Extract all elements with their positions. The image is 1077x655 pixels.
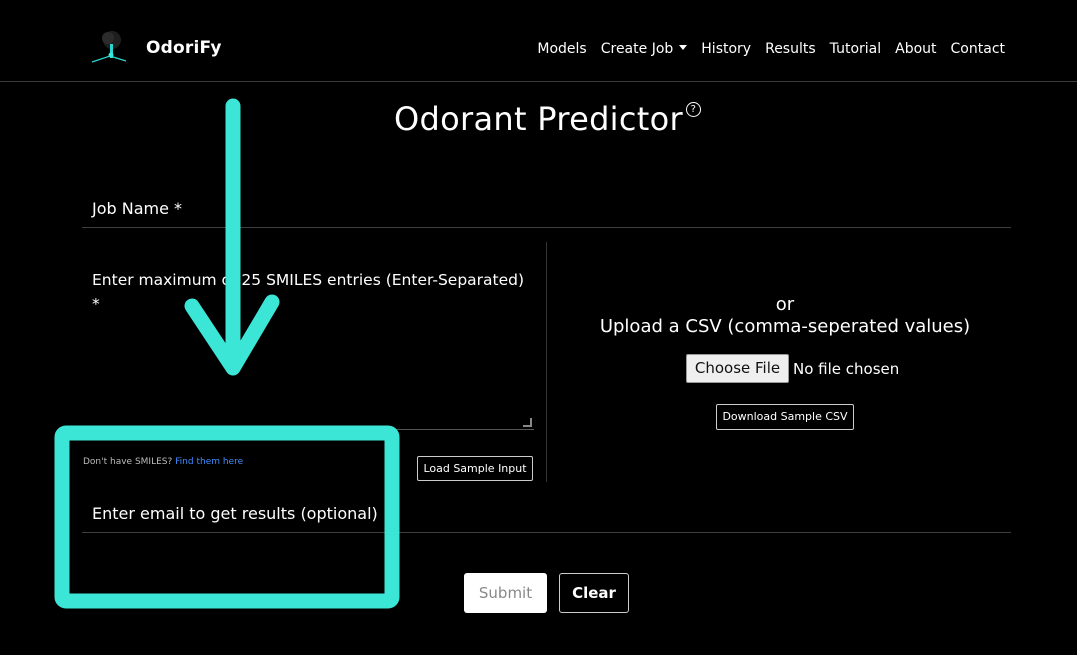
file-input: Choose File No file chosen: [686, 354, 899, 383]
resize-grip-icon[interactable]: [523, 418, 532, 427]
nav-item-about[interactable]: About: [895, 41, 936, 57]
job-name-underline: [82, 227, 1011, 228]
help-icon[interactable]: ?: [685, 102, 701, 117]
page-title-wrap: Odorant Predictor ?: [394, 100, 701, 138]
nav-item-results[interactable]: Results: [765, 41, 816, 57]
nav-item-create-job-label: Create Job: [600, 41, 674, 57]
navbar: OdoriFy Models Create Job History Result…: [0, 0, 1077, 82]
load-sample-input-button[interactable]: Load Sample Input: [417, 456, 533, 481]
nav-item-tutorial[interactable]: Tutorial: [830, 41, 881, 57]
nav-item-history[interactable]: History: [701, 41, 751, 57]
caret-down-icon: [679, 44, 688, 50]
download-sample-csv-button[interactable]: Download Sample CSV: [716, 404, 854, 430]
dont-have-smiles-text: Don't have SMILES? Find them here: [83, 457, 243, 467]
column-divider: [546, 242, 547, 482]
or-text: or: [775, 294, 795, 315]
page-title: Odorant Predictor: [394, 100, 683, 138]
tree-logo-icon[interactable]: [86, 28, 130, 68]
upload-csv-label: Upload a CSV (comma-seperated values): [599, 316, 971, 337]
no-file-chosen-text: No file chosen: [793, 359, 900, 378]
page: OdoriFy Models Create Job History Result…: [0, 0, 1077, 655]
nav-item-contact[interactable]: Contact: [951, 41, 1005, 57]
nav-item-models[interactable]: Models: [537, 41, 586, 57]
submit-button[interactable]: Submit: [464, 573, 547, 613]
dont-have-smiles-label: Don't have SMILES?: [83, 457, 173, 467]
brand-name[interactable]: OdoriFy: [146, 38, 222, 58]
clear-button[interactable]: Clear: [559, 573, 629, 613]
smiles-placeholder: Enter maximum of 25 SMILES entries (Ente…: [92, 271, 525, 313]
nav-item-create-job[interactable]: Create Job: [601, 41, 688, 57]
job-name-field[interactable]: Job Name *: [92, 199, 182, 218]
email-underline: [82, 532, 1011, 533]
choose-file-button[interactable]: Choose File: [686, 354, 789, 383]
find-smiles-link[interactable]: Find them here: [175, 457, 243, 467]
nav-links: Models Create Job History Results Tutori…: [537, 41, 1005, 57]
smiles-textarea[interactable]: Enter maximum of 25 SMILES entries (Ente…: [82, 242, 534, 430]
page-title-row: Odorant Predictor ?: [0, 100, 1077, 138]
email-field[interactable]: Enter email to get results (optional): [92, 504, 378, 523]
